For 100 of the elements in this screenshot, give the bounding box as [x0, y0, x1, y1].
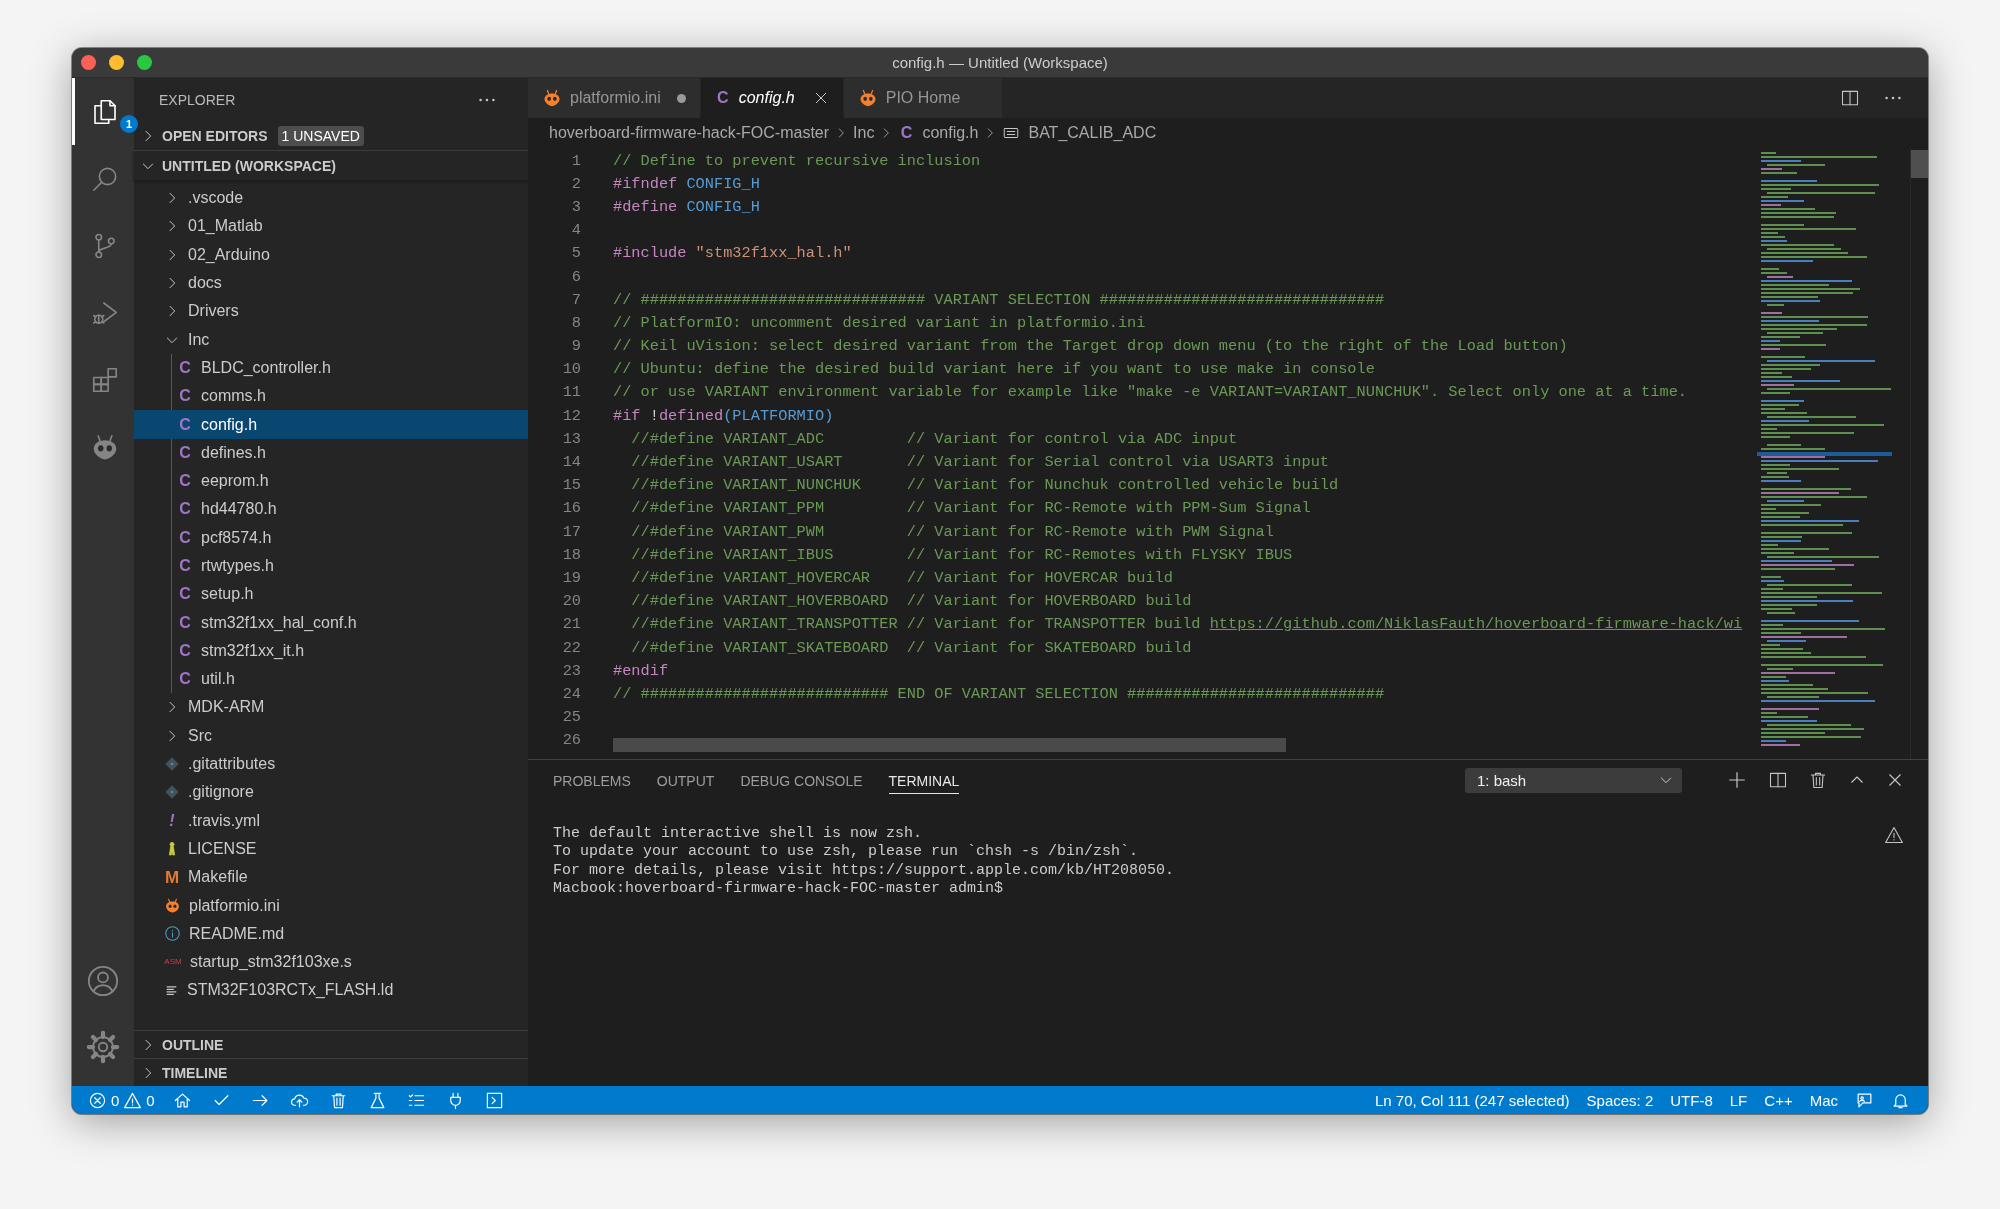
- alien-icon: [542, 88, 562, 108]
- tree-item[interactable]: .gitignore: [134, 778, 528, 807]
- notification-badge: 1: [120, 115, 138, 133]
- editor-tab[interactable]: PIO Home: [843, 78, 1004, 118]
- code-line: // or use VARIANT environment variable for example like "make -e VARIANT=VARIANT_NUNCHUK". Select only one at a time.: [613, 383, 1688, 402]
- status-item[interactable]: Spaces: 2: [1586, 1091, 1654, 1109]
- section-header[interactable]: OUTLINE: [134, 1030, 528, 1058]
- tree-item[interactable]: ASM startup_stm32f103xe.s: [134, 948, 528, 977]
- tree-item[interactable]: M Makefile: [134, 863, 528, 892]
- account-icon[interactable]: [86, 964, 120, 998]
- split-terminal-icon[interactable]: [1768, 770, 1788, 790]
- tree-item[interactable]: C stm32f1xx_it.h: [134, 636, 528, 666]
- c-file-icon: C: [177, 529, 193, 546]
- line-number: 13: [561, 429, 581, 448]
- terminal-line: Macbook:hoverboard-firmware-hack-FOC-master admin$: [553, 879, 1005, 899]
- tree-item[interactable]: C defines.h: [134, 438, 528, 467]
- panel-tab[interactable]: PROBLEMS: [553, 766, 631, 794]
- terminal-dropdown[interactable]: 1: bash: [1465, 767, 1682, 793]
- line-number: 4: [570, 221, 581, 240]
- zoom-window-button[interactable]: [137, 55, 152, 70]
- status-item[interactable]: UTF-8: [1670, 1091, 1713, 1109]
- scrollbar-thumb[interactable]: [1911, 150, 1928, 178]
- c-file-icon: C: [177, 614, 193, 631]
- settings-icon[interactable]: [86, 1030, 120, 1064]
- panel-tab[interactable]: DEBUG CONSOLE: [740, 766, 863, 794]
- diamond-icon: [164, 756, 180, 773]
- code-line: //#define VARIANT_HOVERCAR // Variant for HOVERCAR build: [630, 568, 1173, 587]
- tree-item[interactable]: LICENSE: [134, 834, 528, 864]
- line-number: 3: [570, 197, 581, 216]
- status-item[interactable]: LF: [1729, 1091, 1748, 1109]
- tree-item[interactable]: 02_Arduino: [134, 240, 528, 269]
- code-line: // Ubuntu: define the desired build variant here if you want to use make in console: [613, 360, 1375, 379]
- close-window-button[interactable]: [81, 55, 96, 70]
- panel-tab[interactable]: TERMINAL: [888, 766, 960, 794]
- tree-item[interactable]: C hd44780.h: [134, 495, 528, 524]
- section-header[interactable]: UNTITLED (WORKSPACE): [134, 150, 528, 180]
- tree-item[interactable]: C rtwtypes.h: [134, 551, 528, 581]
- warning-icon[interactable]: [1884, 825, 1904, 845]
- link[interactable]: https://github.com/NiklasFauth/hoverboard-firmware-hack/wi: [1209, 615, 1743, 634]
- tree-item[interactable]: 01_Matlab: [134, 212, 528, 241]
- tree-item[interactable]: C eeprom.h: [134, 466, 528, 496]
- terminal-icon[interactable]: [484, 1090, 504, 1110]
- tree-item[interactable]: README.md: [134, 919, 528, 948]
- tree-item[interactable]: .vscode: [134, 184, 528, 213]
- tree-item[interactable]: docs: [134, 268, 528, 298]
- code-line: #endif: [613, 661, 669, 680]
- status-item[interactable]: Ln 70, Col 111 (247 selected): [1375, 1091, 1570, 1109]
- editor-tab[interactable]: C config.h: [700, 78, 844, 118]
- tree-item[interactable]: STM32F103RCTx_FLASH.ld: [134, 976, 528, 1005]
- line-number: 24: [561, 684, 581, 703]
- tree-item[interactable]: C pcf8574.h: [134, 523, 528, 552]
- plus-icon[interactable]: [1726, 769, 1748, 791]
- c-file-icon: C: [177, 473, 193, 490]
- panel-tab[interactable]: OUTPUT: [656, 766, 715, 794]
- breadcrumb-item[interactable]: C config.h: [898, 124, 979, 142]
- line-number: 12: [561, 406, 581, 425]
- alien-icon: [164, 897, 181, 915]
- line-number: 17: [561, 522, 581, 541]
- breadcrumb-item[interactable]: Inc: [853, 124, 875, 142]
- c-file-icon: C: [177, 558, 193, 574]
- c-file-icon: C: [177, 501, 193, 518]
- line-number: 8: [570, 313, 581, 332]
- line-number: 19: [561, 568, 581, 587]
- tree-item[interactable]: C util.h: [134, 665, 528, 694]
- window-title: config.h — Untitled (Workspace): [891, 54, 1109, 71]
- c-file-icon: C: [898, 125, 915, 141]
- tree-item[interactable]: Drivers: [134, 297, 528, 326]
- tree-item[interactable]: Inc: [134, 325, 528, 354]
- tree-item[interactable]: platformio.ini: [134, 891, 528, 920]
- breadcrumb-item[interactable]: hoverboard-firmware-hack-FOC-master: [549, 124, 830, 142]
- tree-item[interactable]: Src: [134, 721, 528, 750]
- tree-item[interactable]: C BLDC_controller.h: [134, 353, 528, 383]
- tree-item[interactable]: ! .travis.yml: [134, 806, 528, 835]
- scrollbar-thumb[interactable]: [613, 738, 1286, 752]
- editor-tab[interactable]: platformio.ini: [528, 78, 701, 118]
- code-line: //#define VARIANT_HOVERBOARD // Variant for HOVERBOARD build: [630, 592, 1192, 611]
- problems-status[interactable]: 0 0: [88, 1090, 155, 1110]
- code-line: #define CONFIG_H: [613, 197, 760, 216]
- status-item[interactable]: C++: [1764, 1091, 1793, 1109]
- error-icon: [88, 1090, 107, 1110]
- minimize-window-button[interactable]: [109, 55, 124, 70]
- c-file-icon: C: [177, 444, 193, 461]
- tree-item[interactable]: MDK-ARM: [134, 693, 528, 722]
- split-editor-icon[interactable]: [1840, 88, 1860, 108]
- breadcrumb-item[interactable]: BAT_CALIB_ADC: [1002, 124, 1157, 142]
- code-line: //#define VARIANT_USART // Variant for Serial control via USART3 input: [630, 453, 1329, 472]
- code-line: #if !defined(PLATFORMIO): [613, 406, 834, 425]
- tree-item[interactable]: C setup.h: [134, 580, 528, 609]
- trash-icon[interactable]: [1808, 770, 1828, 790]
- tree-item[interactable]: .gitattributes: [134, 749, 528, 779]
- status-item[interactable]: Mac: [1809, 1091, 1838, 1109]
- tree-item[interactable]: C config.h: [134, 410, 528, 439]
- tree-item[interactable]: C stm32f1xx_hal_conf.h: [134, 608, 528, 637]
- line-number: 22: [561, 638, 581, 657]
- tree-item[interactable]: C comms.h: [134, 382, 528, 411]
- exclamation-icon: !: [164, 812, 180, 829]
- close-icon[interactable]: [1886, 771, 1904, 789]
- line-number: 21: [561, 615, 581, 634]
- home-icon[interactable]: [172, 1090, 192, 1110]
- line-number: 2: [570, 174, 581, 193]
